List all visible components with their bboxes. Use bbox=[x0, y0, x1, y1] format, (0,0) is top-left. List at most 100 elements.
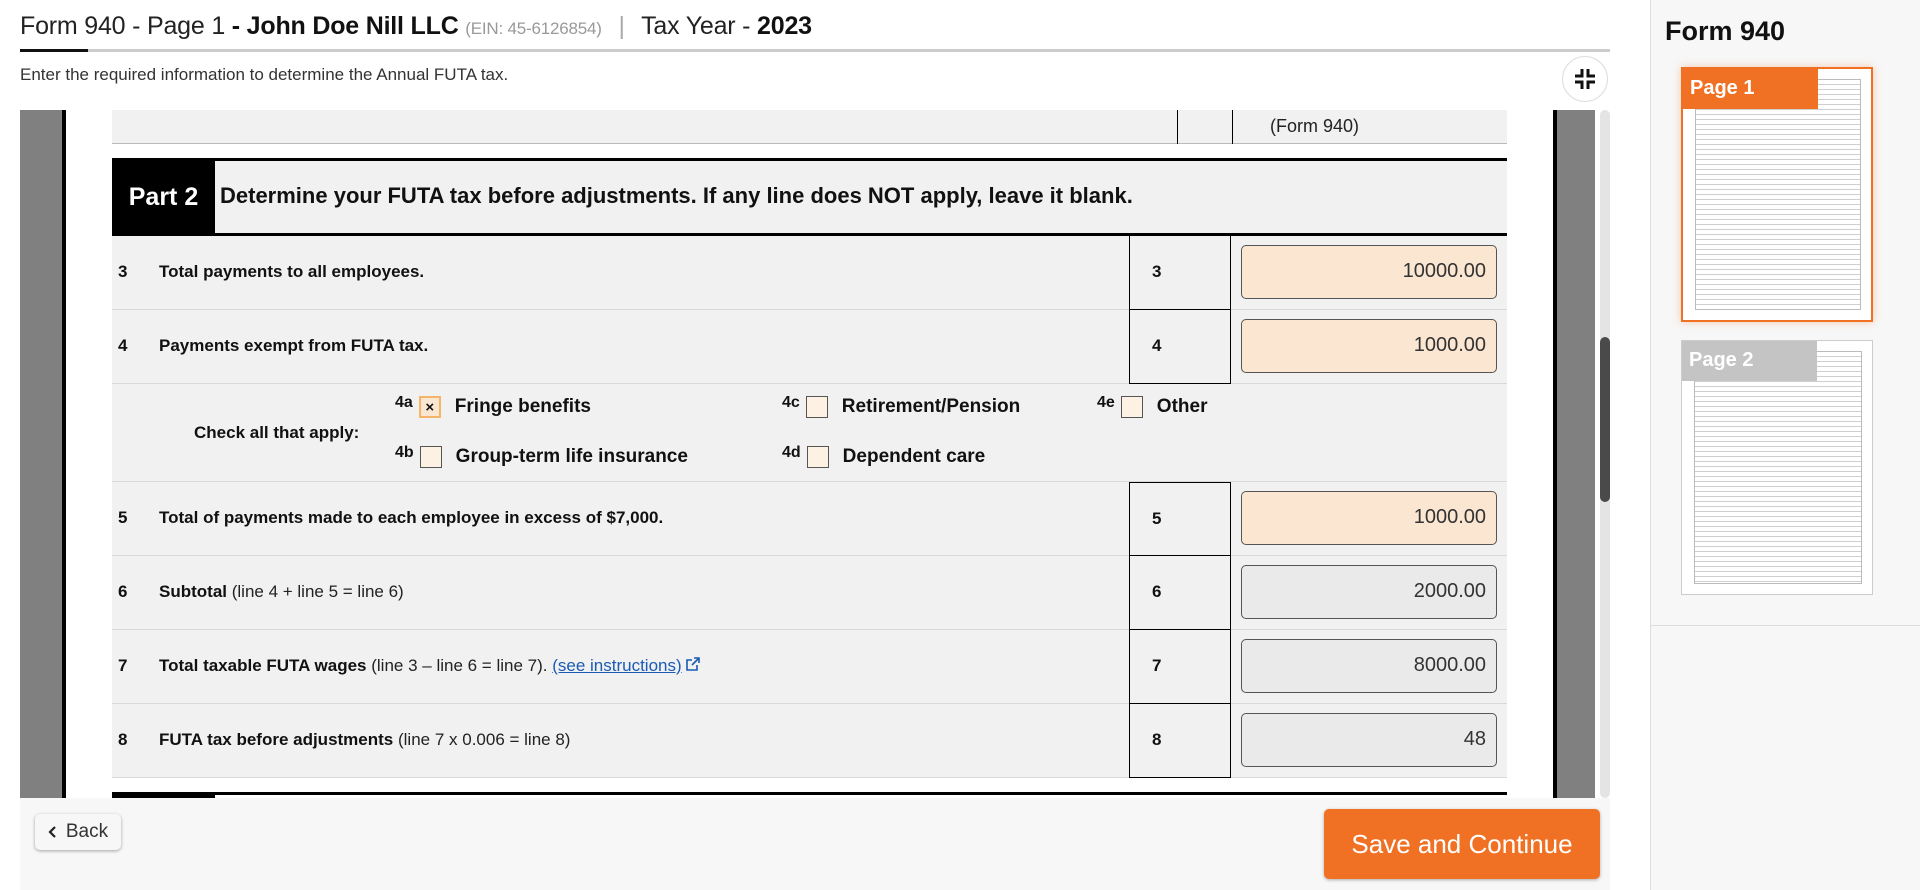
line-title: Total taxable FUTA wages bbox=[159, 656, 367, 675]
line-3-input[interactable]: 10000.00 bbox=[1241, 245, 1497, 299]
line-box: 5 bbox=[1129, 482, 1231, 556]
line-title: Payments exempt from FUTA tax. bbox=[159, 336, 429, 355]
page-1-thumbnail[interactable]: Page 1 bbox=[1681, 67, 1873, 322]
checkbox-4d-box[interactable] bbox=[806, 446, 829, 468]
scrollbar-thumb[interactable] bbox=[1600, 337, 1610, 503]
line-description: Subtotal (line 4 + line 5 = line 6) bbox=[159, 582, 404, 602]
form-page-label: Form 940 - Page 1 bbox=[20, 12, 226, 40]
back-button[interactable]: Back bbox=[35, 814, 121, 850]
active-underline bbox=[20, 49, 88, 52]
line-formula: (line 3 – line 6 = line 7). bbox=[366, 656, 553, 675]
line-box-number: 4 bbox=[1152, 336, 1162, 355]
page-header: Form 940 - Page 1 - John Doe Nill LLC (E… bbox=[20, 12, 1610, 52]
line-description: Total of payments made to each employee … bbox=[159, 508, 663, 528]
checkbox-4a-box[interactable]: × bbox=[418, 396, 441, 418]
page-subtitle: Enter the required information to determ… bbox=[20, 65, 509, 84]
checkbox-label: Fringe benefits bbox=[454, 396, 591, 417]
cell-divider bbox=[1177, 110, 1178, 144]
ein-label: (EIN: 45-6126854) bbox=[465, 19, 602, 38]
line-formula: (line 4 + line 5 = line 6) bbox=[227, 582, 404, 601]
line-number: 3 bbox=[118, 262, 128, 281]
checkbox-label: Group-term life insurance bbox=[455, 446, 688, 467]
line-box: 3 bbox=[1129, 236, 1231, 310]
line-3-row: 3 Total payments to all employees. 3 100… bbox=[112, 236, 1507, 310]
line-box-number: 8 bbox=[1152, 730, 1162, 749]
page-navigator: Form 940 Page 1 Page 2 bbox=[1650, 0, 1920, 890]
collapse-button[interactable] bbox=[1562, 56, 1608, 102]
line-4-checkboxes: Check all that apply: 4a × Fringe benefi… bbox=[112, 384, 1507, 482]
form-viewer: (Form 940) Part 2 Determine your FUTA ta… bbox=[20, 110, 1610, 798]
line-box-number: 6 bbox=[1152, 582, 1162, 601]
part-label: Part 2 bbox=[112, 161, 215, 233]
line-8-row: 8 FUTA tax before adjustments (line 7 x … bbox=[112, 704, 1507, 778]
check-all-label: Check all that apply: bbox=[194, 423, 360, 442]
checkbox-4b-box[interactable] bbox=[419, 446, 442, 468]
title-separator: | bbox=[618, 12, 626, 40]
line-number: 5 bbox=[118, 508, 128, 527]
checkbox-label: Dependent care bbox=[842, 446, 986, 467]
line-8-output: 48 bbox=[1241, 713, 1497, 767]
part-2-header: Part 2 Determine your FUTA tax before ad… bbox=[112, 158, 1507, 236]
line-box: 8 bbox=[1129, 704, 1231, 778]
main-panel: Form 940 - Page 1 - John Doe Nill LLC (E… bbox=[0, 0, 1650, 890]
page-preview bbox=[1694, 351, 1862, 584]
collapse-arrows-icon bbox=[1575, 69, 1595, 89]
line-box: 4 bbox=[1129, 310, 1231, 384]
line-description: Total payments to all employees. bbox=[159, 262, 424, 282]
company-name: John Doe Nill LLC bbox=[246, 12, 459, 40]
line-description: Payments exempt from FUTA tax. bbox=[159, 336, 428, 356]
part-title: Determine your FUTA tax before adjustmen… bbox=[220, 183, 1133, 208]
checkbox-code: 4c bbox=[782, 394, 800, 411]
save-and-continue-button[interactable]: Save and Continue bbox=[1324, 809, 1600, 879]
form-lines: 3 Total payments to all employees. 3 100… bbox=[112, 236, 1507, 778]
checkbox-4c-box[interactable] bbox=[805, 396, 828, 418]
line-5-input[interactable]: 1000.00 bbox=[1241, 491, 1497, 545]
line-7-row: 7 Total taxable FUTA wages (line 3 – lin… bbox=[112, 630, 1507, 704]
see-instructions-link[interactable]: (see instructions) bbox=[552, 656, 700, 675]
navigator-title: Form 940 bbox=[1665, 16, 1786, 46]
line-box: 7 bbox=[1129, 630, 1231, 704]
previous-row: (Form 940) bbox=[112, 110, 1507, 144]
line-formula: (line 7 x 0.006 = line 8) bbox=[393, 730, 571, 749]
tax-year-label: Tax Year - bbox=[641, 12, 758, 40]
line-number: 8 bbox=[118, 730, 128, 749]
checkbox-4c[interactable]: 4c Retirement/Pension bbox=[782, 394, 1021, 418]
page-edge-left bbox=[62, 110, 66, 798]
line-box: 6 bbox=[1129, 556, 1231, 630]
checkbox-4a[interactable]: 4a × Fringe benefits bbox=[395, 394, 591, 418]
line-title: FUTA tax before adjustments bbox=[159, 730, 394, 749]
line-4-input[interactable]: 1000.00 bbox=[1241, 319, 1497, 373]
line-title: Total payments to all employees. bbox=[159, 262, 425, 281]
viewer-margin-right bbox=[1557, 110, 1595, 798]
checkbox-4e-box[interactable] bbox=[1120, 396, 1143, 418]
checkbox-4e[interactable]: 4e Other bbox=[1097, 394, 1207, 418]
viewer-margin-left bbox=[20, 110, 62, 798]
chevron-left-icon bbox=[48, 826, 56, 838]
line-4-row: 4 Payments exempt from FUTA tax. 4 1000.… bbox=[112, 310, 1507, 384]
link-text: (see instructions) bbox=[552, 656, 682, 675]
title-underline bbox=[20, 49, 1610, 52]
page-2-thumbnail[interactable]: Page 2 bbox=[1681, 340, 1873, 595]
footer-bar: Back Save and Continue bbox=[20, 798, 1610, 890]
title-dash: - bbox=[225, 12, 247, 40]
line-number: 4 bbox=[118, 336, 128, 355]
line-number: 7 bbox=[118, 656, 128, 675]
form-reference: (Form 940) bbox=[1270, 116, 1360, 136]
line-description: FUTA tax before adjustments (line 7 x 0.… bbox=[159, 730, 570, 750]
page-tag: Page 1 bbox=[1683, 69, 1818, 109]
checkbox-label: Retirement/Pension bbox=[841, 396, 1021, 417]
navigator-divider bbox=[1651, 625, 1920, 626]
line-description: Total taxable FUTA wages (line 3 – line … bbox=[159, 656, 701, 676]
line-box-number: 7 bbox=[1152, 656, 1162, 675]
line-title: Total of payments made to each employee … bbox=[159, 508, 664, 527]
checkbox-code: 4d bbox=[782, 444, 801, 461]
back-label: Back bbox=[65, 821, 109, 842]
checkbox-4d[interactable]: 4d Dependent care bbox=[782, 444, 986, 468]
line-number: 6 bbox=[118, 582, 128, 601]
page-preview bbox=[1695, 79, 1861, 310]
line-7-output: 8000.00 bbox=[1241, 639, 1497, 693]
line-6-output: 2000.00 bbox=[1241, 565, 1497, 619]
tax-year-value: 2023 bbox=[757, 12, 812, 40]
checkbox-4b[interactable]: 4b Group-term life insurance bbox=[395, 444, 688, 468]
checkbox-code: 4a bbox=[395, 394, 413, 411]
